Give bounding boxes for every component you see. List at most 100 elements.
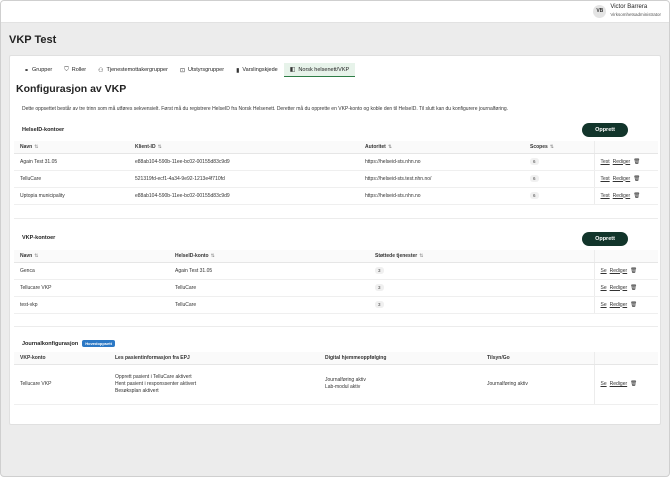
- scopes-badge: 6: [530, 192, 539, 199]
- sort-icon[interactable]: ⇅: [211, 253, 215, 259]
- journal-table: VKP-konto Les pasientinformasjon fra EPJ…: [14, 352, 658, 405]
- table-row: Genca Again Test 31.05 3 Se Rediger 🗑: [14, 262, 658, 280]
- cell-client-id: e88ab104-590b-11ee-bc02-00155d83c9d9: [129, 187, 359, 205]
- cell-client-id: e88ab104-590b-11ee-bc02-00155d83c9d9: [129, 153, 359, 171]
- column-header-epj: Les pasientinformasjon fra EPJ: [109, 352, 319, 365]
- table-header-row: VKP-konto Les pasientinformasjon fra EPJ…: [14, 352, 658, 365]
- view-link[interactable]: Se: [601, 285, 607, 291]
- services-badge: 3: [375, 267, 384, 274]
- edit-link[interactable]: Rediger: [613, 176, 631, 182]
- create-vkp-button[interactable]: Opprett: [582, 232, 628, 246]
- column-header-actions: [593, 250, 658, 263]
- tab-bar: ⚭ Grupper ⛉ Roller ⚇ Tjenestemottakergruppe…: [18, 63, 356, 77]
- network-icon: ◧: [289, 67, 296, 73]
- column-header-services[interactable]: Støttede tjenester ⇅: [369, 250, 594, 263]
- cell-name: TelluCare: [14, 170, 129, 188]
- edit-link[interactable]: Rediger: [613, 159, 631, 165]
- column-header-client-id[interactable]: Klient-ID ⇅: [129, 141, 359, 154]
- tab-label: Utstyrsgrupper: [187, 67, 225, 73]
- view-link[interactable]: Se: [601, 381, 607, 387]
- group-icon: ⚭: [24, 67, 30, 74]
- scopes-badge: 6: [530, 158, 539, 165]
- vkp-table: Navn ⇅ HelseID-konto ⇅ Støttede tjenester ⇅…: [14, 250, 658, 314]
- trash-icon[interactable]: 🗑: [630, 381, 637, 387]
- sort-icon[interactable]: ⇅: [34, 253, 38, 259]
- edit-link[interactable]: Rediger: [610, 302, 628, 308]
- top-bar: VB Victor Barrera Virksomhetsadministrat…: [1, 1, 669, 23]
- tab-label: Roller: [71, 67, 87, 73]
- edit-link[interactable]: Rediger: [610, 381, 628, 387]
- section-intro: Dette oppsettet består av tre trinn som …: [22, 106, 509, 112]
- view-link[interactable]: Se: [601, 268, 607, 274]
- tab-grupper[interactable]: ⚭ Grupper: [18, 63, 58, 77]
- test-link[interactable]: Test: [601, 193, 610, 199]
- digital-line: Lab-modul aktiv: [325, 384, 361, 390]
- tab-label: Tjenestemottakergrupper: [106, 67, 168, 73]
- cell-name: Tellucare VKP: [14, 279, 169, 297]
- tab-varslingskjede[interactable]: ▮ Varslingskjede: [230, 63, 284, 77]
- scopes-badge: 6: [530, 175, 539, 182]
- main-card: ⚭ Grupper ⛉ Roller ⚇ Tjenestemottakergruppe…: [9, 55, 661, 425]
- epj-line: Besøksplan aktivert: [115, 387, 159, 394]
- cell-actions: Se Rediger 🗑: [593, 296, 658, 314]
- column-header-name[interactable]: Navn ⇅: [14, 141, 129, 154]
- table-row: Again Test 31.05 e88ab104-590b-11ee-bc02…: [14, 153, 658, 171]
- tab-tjenestemottakergrupper[interactable]: ⚇ Tjenestemottakergrupper: [92, 63, 174, 77]
- cell-actions: Test Rediger 🗑: [593, 187, 658, 205]
- bell-icon: ▮: [236, 67, 240, 74]
- epj-line: Opprett pasient i TelluCare aktivert: [115, 373, 192, 380]
- sort-icon[interactable]: ⇅: [550, 144, 554, 150]
- cell-digital: Journalføring aktiv Lab-modul aktiv: [319, 364, 481, 405]
- sort-icon[interactable]: ⇅: [34, 144, 38, 150]
- cell-client-id: 521319fd-ecf1-4a34-9e92-1213e4f710fd: [129, 170, 359, 188]
- cell-services: 3: [369, 279, 594, 297]
- trash-icon[interactable]: 🗑: [630, 268, 637, 274]
- trash-icon[interactable]: 🗑: [633, 159, 640, 165]
- user-menu[interactable]: VB Victor Barrera Virksomhetsadministrat…: [593, 4, 661, 18]
- cell-scopes: 6: [524, 170, 594, 188]
- trash-icon[interactable]: 🗑: [633, 193, 640, 199]
- services-badge: 3: [375, 301, 384, 308]
- column-header-helseid[interactable]: HelseID-konto ⇅: [169, 250, 369, 263]
- cell-name: test-vkp: [14, 296, 169, 314]
- sort-icon[interactable]: ⇅: [388, 144, 392, 150]
- view-link[interactable]: Se: [601, 302, 607, 308]
- tab-roller[interactable]: ⛉ Roller: [58, 63, 92, 77]
- trash-icon[interactable]: 🗑: [633, 176, 640, 182]
- test-link[interactable]: Test: [601, 176, 610, 182]
- users-icon: ⚇: [98, 67, 104, 74]
- column-header-tilsyn: Tilsyn/Go: [481, 352, 594, 365]
- trash-icon[interactable]: 🗑: [630, 302, 637, 308]
- table-header-row: Navn ⇅ HelseID-konto ⇅ Støttede tjenester ⇅: [14, 250, 658, 263]
- create-helseid-button[interactable]: Opprett: [582, 123, 628, 137]
- tab-utstyrsgrupper[interactable]: ⊡ Utstyrsgrupper: [174, 63, 230, 77]
- cell-name: Again Test 31.05: [14, 153, 129, 171]
- test-link[interactable]: Test: [601, 159, 610, 165]
- tab-norsk-helsenett[interactable]: ◧ Norsk helsenett/VKP: [283, 63, 356, 77]
- shield-icon: ⛉: [64, 66, 69, 73]
- column-header-authority[interactable]: Autoritet ⇅: [359, 141, 524, 154]
- journal-title: Journalkonfigurasjon Hovedoppsett: [22, 340, 115, 347]
- cell-helseid: TelluCare: [169, 279, 369, 297]
- device-icon: ⊡: [179, 67, 185, 74]
- column-header-actions: [593, 352, 658, 365]
- edit-link[interactable]: Rediger: [610, 268, 628, 274]
- cell-scopes: 6: [524, 187, 594, 205]
- cell-actions: Se Rediger 🗑: [593, 279, 658, 297]
- section-divider: [14, 218, 658, 219]
- edit-link[interactable]: Rediger: [613, 193, 631, 199]
- cell-vkp-account: Tellucare VKP: [14, 364, 109, 405]
- cell-epj: Opprett pasient i TelluCare aktivert Hen…: [109, 364, 319, 405]
- column-header-scopes[interactable]: Scopes ⇅: [524, 141, 594, 154]
- avatar[interactable]: VB: [593, 4, 607, 18]
- cell-actions: Se Rediger 🗑: [593, 262, 658, 280]
- edit-link[interactable]: Rediger: [610, 285, 628, 291]
- sort-icon[interactable]: ⇅: [419, 253, 423, 259]
- app-window: VB Victor Barrera Virksomhetsadministrat…: [0, 0, 670, 477]
- sort-icon[interactable]: ⇅: [158, 144, 162, 150]
- cell-authority: https://helseid-sts.test.nhn.no/: [359, 170, 524, 188]
- tab-label: Norsk helsenett/VKP: [298, 66, 350, 73]
- column-header-name[interactable]: Navn ⇅: [14, 250, 169, 263]
- column-header-actions: [593, 141, 658, 154]
- trash-icon[interactable]: 🗑: [630, 285, 637, 291]
